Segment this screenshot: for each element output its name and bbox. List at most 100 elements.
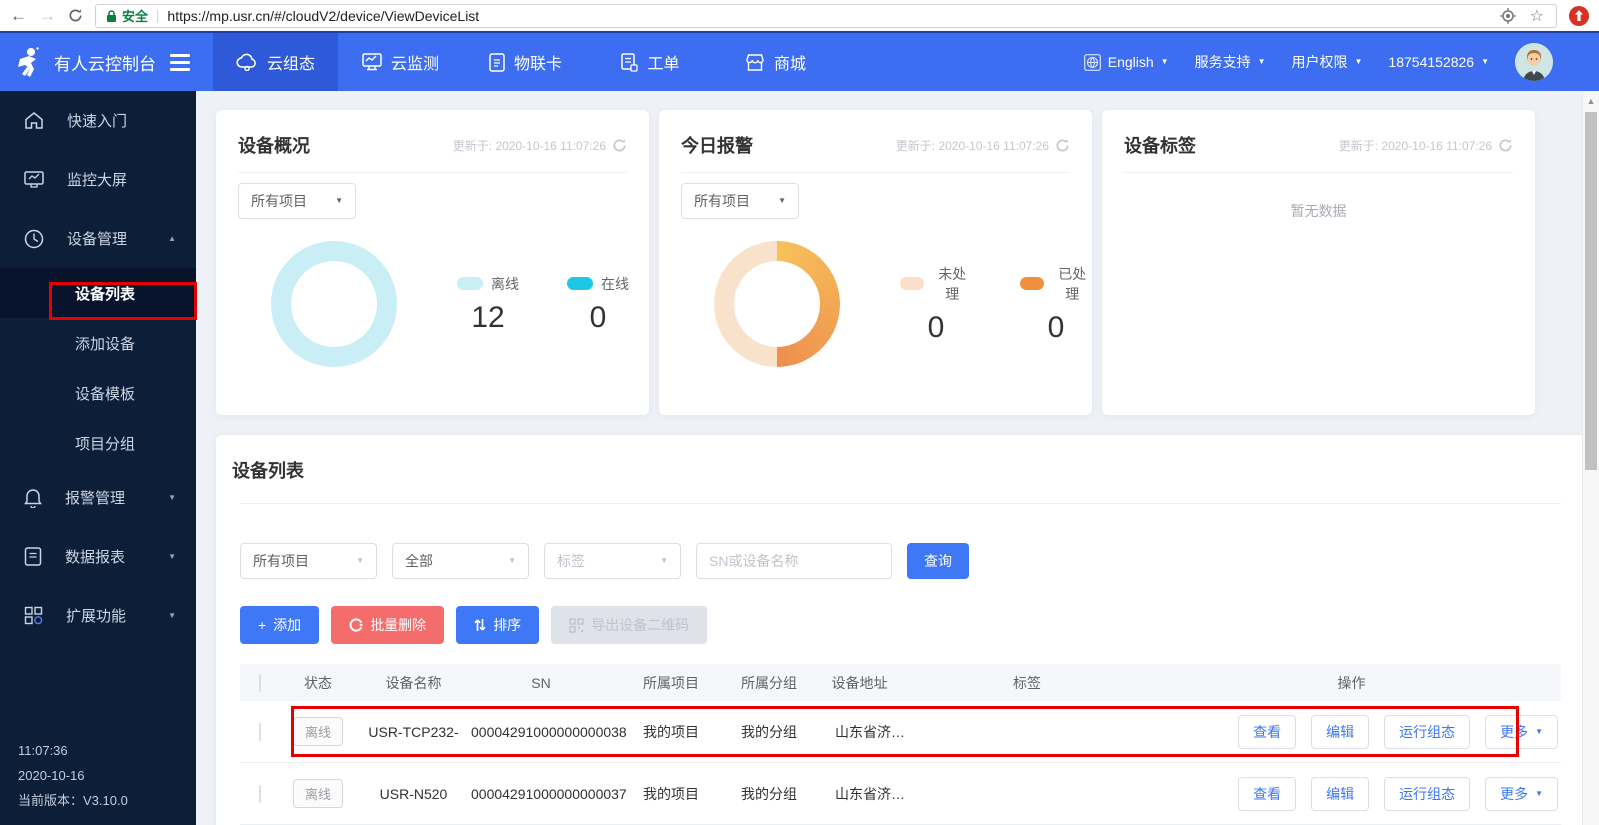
- scrollbar-thumb[interactable]: [1585, 112, 1597, 470]
- refresh-icon[interactable]: [612, 138, 627, 153]
- edit-button[interactable]: 编辑: [1311, 776, 1370, 811]
- updated-at: 更新于: 2020-10-16 11:07:26: [896, 137, 1070, 154]
- language-menu[interactable]: English ▼: [1083, 53, 1169, 71]
- caret-down-icon: ▼: [1481, 57, 1489, 66]
- browser-forward-button[interactable]: →: [39, 7, 56, 24]
- button-label: 更多: [1500, 723, 1529, 740]
- updated-at: 更新于: 2020-10-16 11:07:26: [453, 137, 627, 154]
- security-indicator: 安全: [106, 6, 148, 25]
- browser-bar: ← → 安全 | https://mp.usr.cn/#/cloudV2/dev…: [0, 0, 1599, 31]
- more-button[interactable]: 更多 ▼: [1485, 776, 1558, 811]
- caret-down-icon: ▼: [1535, 726, 1543, 736]
- device-group: 我的分组: [741, 785, 797, 802]
- row-checkbox[interactable]: [259, 784, 261, 803]
- sidebar-item-label: 监控大屏: [67, 172, 128, 189]
- big-screen-icon: [24, 170, 44, 188]
- sidebar-item-device-list[interactable]: 设备列表: [0, 268, 196, 318]
- device-sn: 00004291000000000038: [471, 723, 627, 740]
- view-button[interactable]: 查看: [1238, 714, 1297, 749]
- export-qr-button[interactable]: 导出设备二维码: [551, 606, 708, 644]
- tag-filter-select[interactable]: 标签 ▼: [544, 543, 681, 579]
- tab-cloud-scada[interactable]: 云组态: [213, 33, 338, 91]
- select-placeholder: 标签: [557, 553, 585, 569]
- sidebar-item-alarm-management[interactable]: 报警管理 ▼: [0, 468, 196, 527]
- edit-button[interactable]: 编辑: [1311, 714, 1370, 749]
- permissions-menu[interactable]: 用户权限 ▼: [1292, 52, 1363, 72]
- permissions-label: 用户权限: [1291, 54, 1348, 70]
- sidebar-item-project-group[interactable]: 项目分组: [0, 418, 196, 468]
- view-button[interactable]: 查看: [1238, 776, 1297, 811]
- device-table: 状态 设备名称 SN 所属项目 所属分组 设备地址 标签 操作 离线 USR-T…: [240, 664, 1561, 825]
- refresh-icon[interactable]: [1498, 138, 1513, 153]
- sort-button[interactable]: 排序: [456, 606, 540, 644]
- batch-delete-button[interactable]: 批量删除: [331, 606, 445, 644]
- support-menu[interactable]: 服务支持 ▼: [1195, 52, 1266, 72]
- button-label: 批量删除: [370, 617, 427, 633]
- bookmark-star-icon[interactable]: ☆: [1530, 6, 1544, 26]
- caret-down-icon: ▼: [335, 196, 343, 205]
- user-avatar[interactable]: [1515, 43, 1553, 81]
- sidebar-item-device-template[interactable]: 设备模板: [0, 368, 196, 418]
- sidebar-item-monitor-screen[interactable]: 监控大屏: [0, 150, 196, 209]
- button-label: 排序: [493, 617, 522, 633]
- sidebar-item-add-device[interactable]: 添加设备: [0, 318, 196, 368]
- delete-icon: [349, 618, 363, 632]
- sidebar-item-device-management[interactable]: 设备管理 ▲: [0, 209, 196, 268]
- report-icon: [24, 547, 42, 566]
- select-value: 全部: [405, 553, 433, 569]
- scroll-up-arrow[interactable]: ▲: [1583, 91, 1599, 106]
- vertical-scrollbar[interactable]: ▲: [1582, 91, 1599, 825]
- more-button[interactable]: 更多 ▼: [1485, 714, 1558, 749]
- sidebar-item-extensions[interactable]: 扩展功能 ▼: [0, 586, 196, 645]
- target-icon[interactable]: [1499, 7, 1516, 24]
- tab-mall[interactable]: 商城: [713, 33, 838, 91]
- updated-text: 更新于: 2020-10-16 11:07:26: [1338, 138, 1492, 153]
- navbar-right: English ▼ 服务支持 ▼ 用户权限 ▼ 18754152826 ▼: [1083, 43, 1599, 81]
- run-scada-button[interactable]: 运行组态: [1384, 714, 1471, 749]
- current-time: 11:07:36: [18, 743, 68, 758]
- row-checkbox[interactable]: [259, 722, 261, 741]
- sidebar-item-data-report[interactable]: 数据报表 ▼: [0, 527, 196, 586]
- sidebar-item-quick-start[interactable]: 快速入门: [0, 91, 196, 150]
- extension-badge[interactable]: [1569, 5, 1589, 26]
- caret-up-icon: ▲: [168, 233, 176, 243]
- address-bar[interactable]: 安全 | https://mp.usr.cn/#/cloudV2/device/…: [95, 3, 1557, 28]
- alarm-status-chart: 未处理 0 已处理 0: [659, 241, 1092, 367]
- empty-data-text: 暂无数据: [1290, 203, 1347, 219]
- table-row: 离线 USR-TCP232- 00004291000000000038 我的项目…: [240, 701, 1561, 763]
- browser-back-button[interactable]: ←: [10, 7, 27, 24]
- sidebar-footer: 11:07:36 2020-10-16 当前版本：V3.10.0: [18, 738, 128, 813]
- account-menu[interactable]: 18754152826 ▼: [1388, 54, 1489, 70]
- search-button[interactable]: 查询: [907, 543, 969, 579]
- caret-down-icon: ▼: [508, 556, 516, 565]
- tab-cloud-monitor[interactable]: 云监测: [338, 33, 463, 91]
- button-label: 更多: [1500, 785, 1529, 802]
- monitor-chart-icon: [362, 53, 382, 71]
- url-right-icons: ☆: [1499, 6, 1546, 26]
- hamburger-menu-icon[interactable]: [170, 53, 190, 71]
- run-scada-button[interactable]: 运行组态: [1384, 776, 1471, 811]
- header-status: 状态: [304, 674, 332, 691]
- status-badge: 离线: [292, 779, 343, 808]
- add-button[interactable]: + 添加: [240, 606, 320, 644]
- caret-down-icon: ▼: [1354, 57, 1363, 66]
- caret-down-icon: ▼: [1535, 788, 1543, 798]
- summary-cards: 设备概况 更新于: 2020-10-16 11:07:26 所有项目 ▼ 离线 …: [216, 110, 1585, 415]
- project-filter-select[interactable]: 所有项目 ▼: [238, 183, 356, 219]
- card-title: 设备标签: [1124, 136, 1196, 156]
- project-filter-select[interactable]: 所有项目 ▼: [240, 543, 377, 579]
- status-filter-select[interactable]: 全部 ▼: [392, 543, 529, 579]
- tab-work-order[interactable]: 工单: [588, 33, 713, 91]
- sort-icon: [474, 619, 486, 631]
- search-input[interactable]: [696, 543, 892, 579]
- tab-iot-card[interactable]: 物联卡: [463, 33, 588, 91]
- header-address: 设备地址: [831, 674, 888, 691]
- browser-refresh-button[interactable]: [68, 8, 83, 23]
- online-count: 0: [589, 300, 607, 334]
- home-icon: [25, 112, 43, 129]
- button-label: 添加: [273, 617, 302, 633]
- refresh-icon[interactable]: [1055, 138, 1070, 153]
- screen: ← → 安全 | https://mp.usr.cn/#/cloudV2/dev…: [0, 0, 1599, 825]
- select-all-checkbox[interactable]: [259, 673, 261, 692]
- project-filter-select[interactable]: 所有项目 ▼: [681, 183, 799, 219]
